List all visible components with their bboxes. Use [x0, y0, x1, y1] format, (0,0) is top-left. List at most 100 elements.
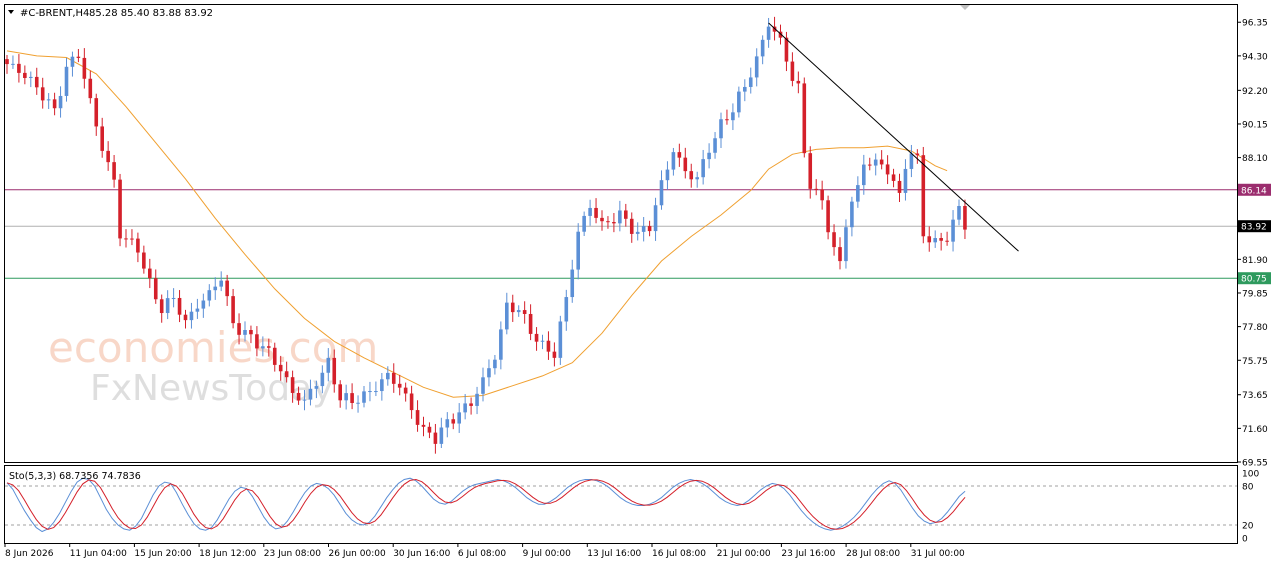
candle-bull — [70, 56, 75, 67]
price-axis: 96.3594.3092.2090.1588.1086.0584.0081.90… — [1237, 19, 1268, 469]
candle-bull — [195, 308, 200, 312]
candle-bear — [17, 63, 21, 73]
candle-bear — [5, 59, 9, 65]
candle-bear — [451, 419, 456, 424]
candle-bear — [624, 210, 628, 219]
candle-bull — [320, 372, 325, 387]
candle-bear — [510, 302, 515, 313]
candle-bull — [701, 159, 705, 178]
time-tick-label: 8 Jun 2026 — [5, 549, 54, 559]
candle-bear — [76, 56, 81, 58]
candle-bull — [46, 99, 51, 101]
candle-bear — [725, 119, 729, 121]
candle-bull — [909, 153, 914, 169]
candle-bull — [380, 379, 384, 392]
candle-bear — [522, 310, 527, 314]
ohlc-label: 85.28 85.40 83.88 83.92 — [89, 8, 213, 19]
candle-bear — [921, 155, 926, 237]
candle-bull — [475, 393, 479, 406]
candle-bull — [29, 76, 33, 78]
candle-bull — [540, 340, 545, 342]
time-tick-label: 30 Jun 16:00 — [393, 549, 450, 559]
candle-bull — [754, 56, 759, 78]
candle-bear — [231, 296, 235, 324]
candle-bull — [516, 310, 521, 313]
candle-bear — [915, 153, 920, 156]
candle-bear — [397, 383, 402, 388]
candle-bear — [350, 393, 354, 403]
candle-bear — [290, 377, 295, 393]
candle-bull — [64, 66, 69, 96]
candle-bull — [665, 169, 670, 181]
candle-bear — [885, 164, 890, 175]
candle-bear — [867, 164, 872, 166]
candle-bull — [748, 77, 753, 87]
candle-bear — [23, 72, 27, 78]
candle-bear — [683, 157, 688, 172]
price-tick-label: 73.65 — [1242, 391, 1268, 401]
level-tag-label-support: 80.75 — [1241, 275, 1267, 285]
price-tick-label: 90.15 — [1242, 120, 1268, 130]
level-tag-label-current: 83.92 — [1241, 223, 1267, 233]
candle-bear — [796, 80, 801, 84]
candle-bear — [153, 278, 158, 300]
candle-bear — [237, 323, 241, 335]
candle-bear — [284, 371, 289, 378]
candle-bear — [832, 232, 836, 248]
candle-bull — [344, 393, 348, 401]
candle-bear — [88, 78, 93, 99]
candle-bull — [743, 86, 747, 92]
candle-bull — [487, 368, 491, 378]
candle-bull — [439, 427, 444, 444]
watermark-fxnewstoday: FxNewsToday — [90, 368, 333, 409]
candle-bull — [261, 346, 265, 349]
candle-bear — [40, 87, 45, 101]
candle-bull — [564, 297, 569, 322]
candle-bear — [647, 226, 652, 232]
candle-bear — [594, 207, 598, 218]
candle-bear — [338, 384, 342, 401]
price-level-tags: 86.14 83.92 80.75 — [1238, 183, 1271, 285]
candle-bull — [582, 215, 586, 232]
candle-bull — [844, 227, 848, 262]
candle-bull — [766, 26, 771, 40]
time-tick-label: 23 Jun 08:00 — [264, 549, 321, 559]
candle-bear — [272, 347, 277, 365]
candle-bear — [124, 238, 128, 240]
price-tick-label: 77.80 — [1242, 323, 1268, 333]
candle-bull — [58, 95, 63, 109]
time-tick-label: 15 Jun 20:00 — [134, 549, 191, 559]
candle-bull — [760, 39, 765, 57]
time-tick-label: 18 Jun 12:00 — [199, 549, 256, 559]
candle-bear — [421, 424, 426, 427]
candle-bull — [862, 164, 866, 186]
symbol-label: #C-BRENT,H4 — [20, 8, 89, 19]
chart-window[interactable]: economies.com FxNewsToday 96.35 94.30 92.2… — [0, 0, 1280, 567]
candle-bear — [802, 83, 807, 154]
candle-bear — [148, 268, 152, 279]
candle-bull — [326, 357, 331, 373]
price-tick-label: 71.60 — [1242, 425, 1268, 435]
candle-bull — [499, 329, 503, 360]
candle-bear — [177, 297, 182, 315]
candle-bear — [629, 218, 634, 234]
candle-bear — [112, 162, 116, 180]
candle-bull — [671, 152, 676, 170]
time-tick-label: 28 Jul 08:00 — [846, 549, 900, 559]
candle-bear — [52, 99, 57, 109]
candle-bull — [213, 286, 218, 291]
time-tick-label: 11 Jun 04:00 — [70, 549, 127, 559]
candle-bull — [457, 412, 461, 424]
candle-bear — [94, 98, 99, 127]
price-tick-label: 69.55 — [1242, 459, 1268, 469]
candle-bull — [707, 152, 711, 160]
candle-bear — [118, 179, 122, 239]
candle-bear — [278, 364, 283, 372]
candle-bear — [159, 299, 164, 314]
candle-bull — [737, 91, 741, 113]
candle-bear — [546, 340, 551, 352]
candle-bull — [731, 112, 735, 121]
candle-bear — [939, 238, 943, 241]
time-tick-label: 31 Jul 00:00 — [911, 549, 965, 559]
candle-bear — [820, 189, 824, 201]
